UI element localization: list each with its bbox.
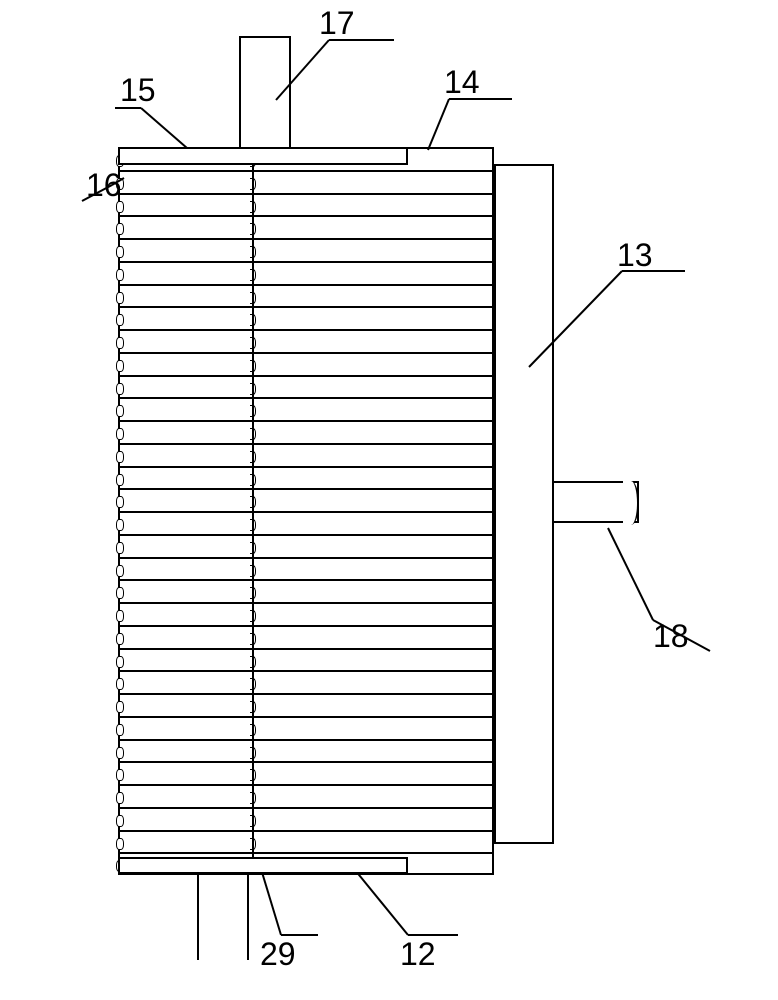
diagram-container: 17 14 15 16 13 18 29 12 <box>0 0 778 1000</box>
bottom-mounting-block-12 <box>118 857 408 874</box>
top-mounting-block-15 <box>118 147 408 165</box>
